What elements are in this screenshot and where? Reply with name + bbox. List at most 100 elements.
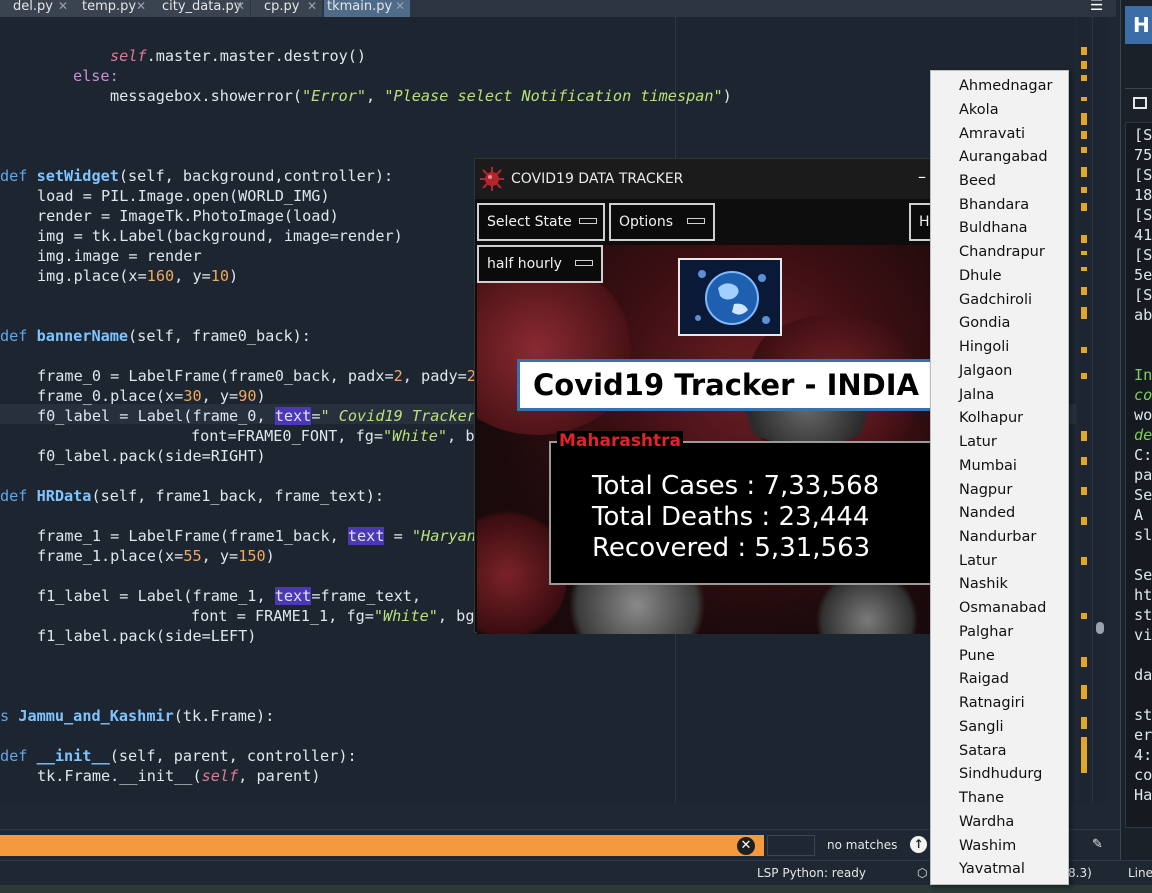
tab-temp[interactable]: temp.py ✕	[69, 0, 151, 17]
menu-icon[interactable]: ☰	[1090, 0, 1106, 13]
log-line: co	[1134, 386, 1152, 404]
menu-item-district[interactable]: Thane	[959, 787, 1004, 810]
close-icon[interactable]: ✕	[395, 0, 405, 13]
menu-item-district[interactable]: Ratnagiri	[959, 692, 1025, 715]
log-line: ht	[1134, 586, 1152, 604]
menu-item-district[interactable]: Raigad	[959, 668, 1009, 691]
tab-tkmain[interactable]: tkmain.py ✕	[324, 0, 410, 17]
log-line: Se	[1134, 566, 1152, 584]
timespan-button[interactable]: half hourly	[477, 245, 603, 283]
minimize-button[interactable]: –	[918, 167, 926, 186]
search-up-icon[interactable]: ↑	[910, 836, 927, 853]
lsp-icon[interactable]: ⬡	[917, 866, 927, 880]
tab-bar: del.py ✕ temp.py ✕ city_data.py ✕ cp.py …	[0, 0, 1116, 17]
find-input[interactable]	[0, 835, 764, 856]
vertical-scrollbar[interactable]	[1092, 17, 1108, 803]
menu-item-district[interactable]: Bhandara	[959, 194, 1029, 217]
menu-item-district[interactable]: Gondia	[959, 312, 1010, 335]
tab-cp[interactable]: cp.py ✕	[251, 0, 322, 17]
python-version[interactable]: 8.3)	[1068, 866, 1092, 880]
brush-icon[interactable]: ✎	[1092, 837, 1103, 852]
menu-item-district[interactable]: Sindhudurg	[959, 763, 1042, 786]
log-line: de	[1134, 426, 1152, 444]
log-line: A	[1134, 506, 1144, 524]
options-button[interactable]: Options	[609, 203, 715, 241]
menu-item-district[interactable]: Ahmednagar	[959, 75, 1053, 98]
app-menubar: Select State Options H	[475, 199, 939, 245]
code-line: self.master.master.destroy()	[110, 47, 367, 65]
log-line: er	[1134, 726, 1152, 744]
code-line: load = PIL.Image.open(WORLD_IMG)	[37, 187, 330, 205]
menu-item-district[interactable]: Osmanabad	[959, 597, 1046, 620]
code-line: def HRData(self, frame1_back, frame_text…	[0, 487, 385, 505]
menu-item-district[interactable]: Chandrapur	[959, 241, 1045, 264]
log-line: [S	[1134, 126, 1152, 144]
menu-item-district[interactable]: Sangli	[959, 716, 1004, 739]
code-line: else:	[73, 67, 119, 85]
close-icon[interactable]: ✕	[136, 0, 146, 13]
menu-item-district[interactable]: Wardha	[959, 811, 1014, 834]
close-icon[interactable]: ✕	[58, 0, 68, 13]
tab-city-data[interactable]: city_data.py ✕	[149, 0, 250, 17]
menu-item-district[interactable]: Yavatmal	[959, 858, 1025, 881]
globe-icon	[678, 258, 782, 336]
menu-item-district[interactable]: Palghar	[959, 621, 1013, 644]
menu-item-district[interactable]: Hingoli	[959, 336, 1009, 359]
menu-item-district[interactable]: Beed	[959, 170, 996, 193]
menu-item-district[interactable]: Amravati	[959, 123, 1025, 146]
menu-item-district[interactable]: Satara	[959, 740, 1007, 763]
code-line: img.place(x=160, y=10)	[37, 267, 239, 285]
menu-item-district[interactable]: Dhule	[959, 265, 1002, 288]
menu-item-district[interactable]: Latur	[959, 431, 997, 454]
tab-del[interactable]: del.py ✕	[0, 0, 73, 17]
replace-input[interactable]	[767, 835, 815, 856]
district-dropdown-menu[interactable]: Ahmednagar Akola Amravati Aurangabad Bee…	[930, 70, 1069, 885]
menu-item-district[interactable]: Jalna	[959, 384, 994, 407]
cursor-position[interactable]: Line	[1128, 866, 1152, 880]
tab-label: city_data.py	[162, 0, 242, 14]
panel-header: H	[1125, 6, 1152, 44]
menu-item-district[interactable]: Jalgaon	[959, 360, 1012, 383]
menu-item-district[interactable]: Kolhapur	[959, 407, 1023, 430]
menu-item-district[interactable]: Nandurbar	[959, 526, 1036, 549]
menu-item-district[interactable]: Nanded	[959, 502, 1015, 525]
right-panel: H [S 75 [S 18 [S 41 [S 5e [S ab In co wo…	[1120, 0, 1152, 860]
banner-frame: Covid19 Tracker - INDIA	[517, 359, 931, 411]
log-line: 18	[1134, 186, 1152, 204]
close-icon[interactable]: ✕	[235, 0, 245, 13]
code-line: f1_label.pack(side=LEFT)	[37, 627, 257, 645]
state-stats-frame: Maharashtra Total Cases : 7,33,568 Total…	[549, 431, 931, 585]
code-line: f0_label.pack(side=RIGHT)	[37, 447, 266, 465]
menu-indicator-icon	[687, 218, 705, 224]
close-icon[interactable]: ✕	[307, 0, 317, 13]
options-label: Options	[619, 214, 674, 230]
scrollbar-thumb[interactable]	[1096, 622, 1104, 634]
code-line: frame_1.place(x=55, y=150)	[37, 547, 275, 565]
folder-icon[interactable]	[1133, 97, 1147, 109]
log-line: pa	[1134, 466, 1152, 484]
log-line: In	[1134, 366, 1152, 384]
close-icon[interactable]: ✕	[737, 837, 755, 855]
menu-item-district[interactable]: Pune	[959, 645, 995, 668]
minimap[interactable]	[1078, 17, 1090, 803]
menu-item-district[interactable]: Washim	[959, 835, 1016, 858]
panel-toolbar	[1125, 88, 1152, 118]
menu-item-district[interactable]: Akola	[959, 99, 999, 122]
menu-item-district[interactable]: Latur	[959, 550, 997, 573]
select-state-button[interactable]: Select State	[477, 203, 605, 241]
window-titlebar[interactable]: COVID19 DATA TRACKER –	[475, 159, 931, 199]
covid-tracker-window[interactable]: COVID19 DATA TRACKER – Select State Opti…	[474, 158, 939, 634]
menu-item-district[interactable]: Aurangabad	[959, 146, 1048, 169]
state-name: Maharashtra	[557, 431, 684, 451]
output-log[interactable]: [S 75 [S 18 [S 41 [S 5e [S ab In co wo d…	[1125, 122, 1152, 828]
lsp-status[interactable]: LSP Python: ready	[757, 866, 866, 880]
code-line: frame_1 = LabelFrame(frame1_back, text =…	[37, 527, 486, 545]
menu-item-district[interactable]: Mumbai	[959, 455, 1017, 478]
tab-label: temp.py	[82, 0, 137, 14]
log-line: 41	[1134, 226, 1152, 244]
log-line: ab	[1134, 306, 1152, 324]
menu-item-district[interactable]: Gadchiroli	[959, 289, 1032, 312]
menu-item-district[interactable]: Nagpur	[959, 479, 1012, 502]
menu-item-district[interactable]: Nashik	[959, 573, 1008, 596]
menu-item-district[interactable]: Buldhana	[959, 217, 1028, 240]
